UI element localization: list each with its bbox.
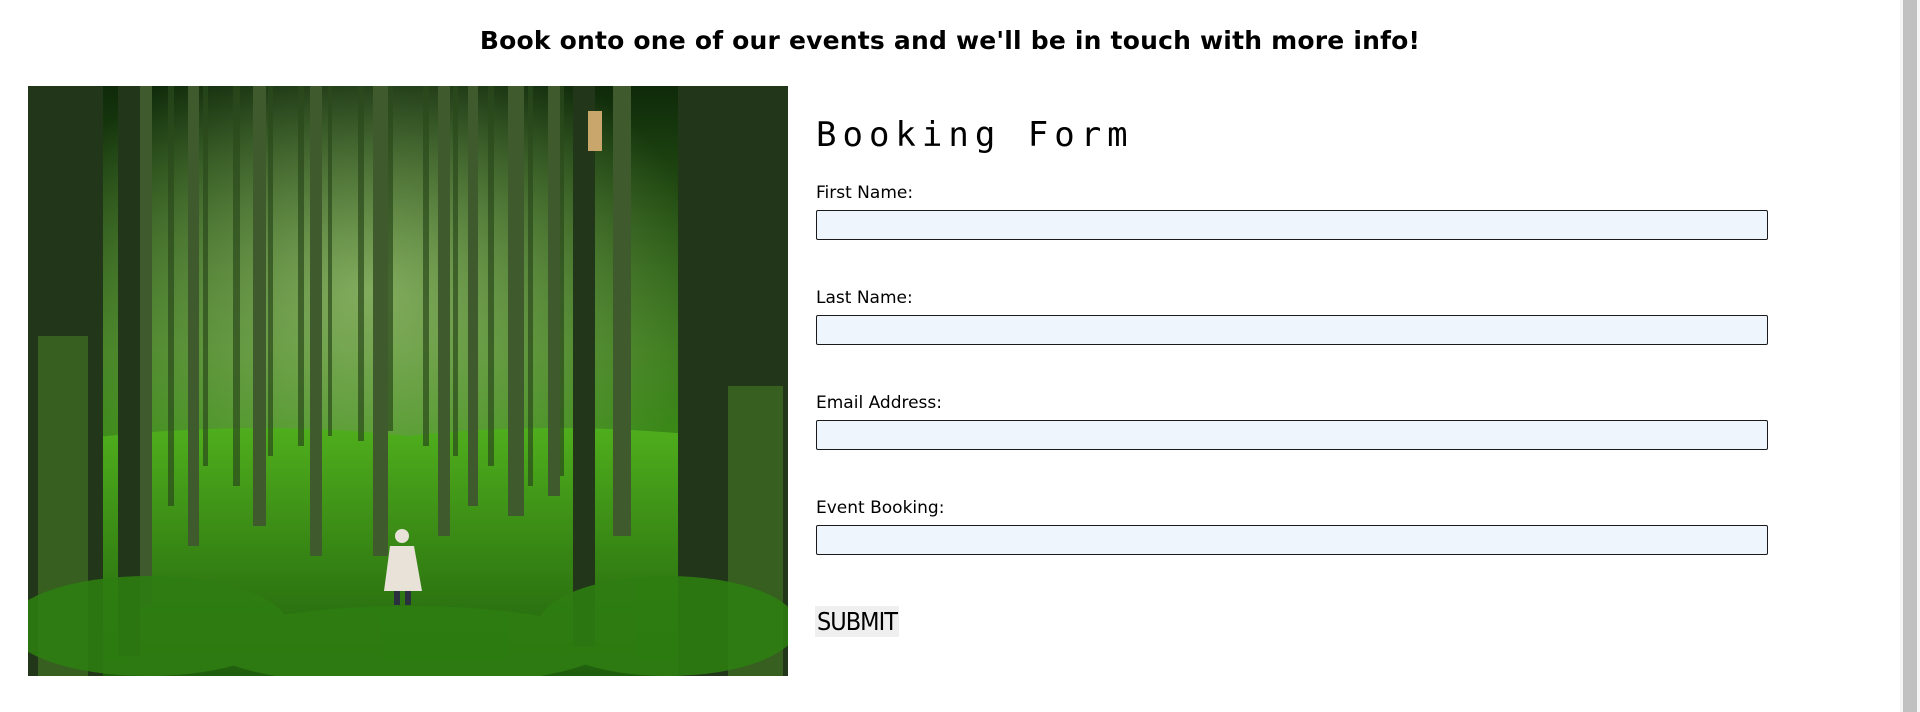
event-booking-input[interactable] bbox=[816, 525, 1768, 555]
first-name-label: First Name: bbox=[816, 183, 914, 203]
email-address-input[interactable] bbox=[816, 420, 1768, 450]
event-booking-label: Event Booking: bbox=[816, 498, 945, 518]
booking-form-title: Booking Form bbox=[816, 115, 1134, 155]
scrollbar-thumb[interactable] bbox=[1903, 0, 1917, 712]
submit-button[interactable]: SUBMIT bbox=[815, 606, 899, 637]
forest-photo bbox=[28, 86, 788, 676]
email-address-label: Email Address: bbox=[816, 393, 942, 413]
first-name-input[interactable] bbox=[816, 210, 1768, 240]
last-name-label: Last Name: bbox=[816, 288, 913, 308]
page-heading: Book onto one of our events and we'll be… bbox=[479, 26, 1421, 55]
last-name-input[interactable] bbox=[816, 315, 1768, 345]
